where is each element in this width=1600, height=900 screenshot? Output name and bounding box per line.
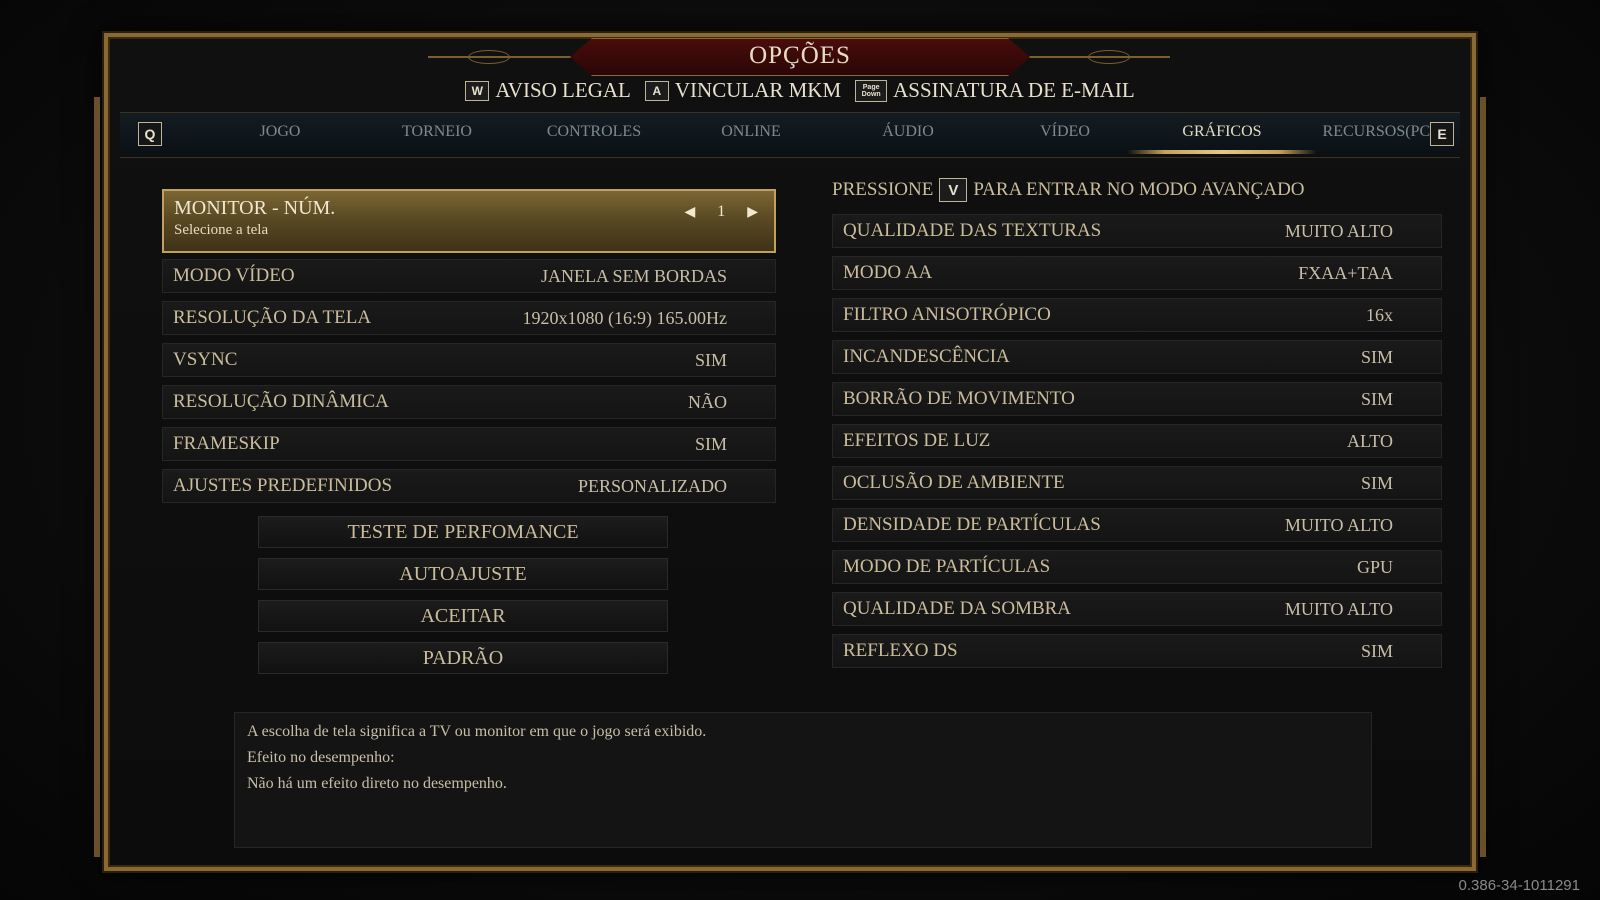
setting-row-shadow-quality[interactable]: QUALIDADE DA SOMBRA MUITO ALTO [832, 592, 1442, 626]
tab-bar: Q JOGO TORNEIO CONTROLES ONLINE ÁUDIO VÍ… [120, 112, 1460, 158]
setting-label: INCANDESCÊNCIA [843, 346, 1010, 367]
setting-label: BORRÃO DE MOVIMENTO [843, 388, 1075, 409]
setting-label: EFEITOS DE LUZ [843, 430, 991, 451]
setting-label: AJUSTES PREDEFINIDOS [173, 475, 393, 496]
setting-label: DENSIDADE DE PARTÍCULAS [843, 514, 1101, 535]
tab-online[interactable]: ONLINE [681, 123, 821, 141]
key-v-icon[interactable]: V [939, 178, 968, 202]
setting-label: RESOLUÇÃO DINÂMICA [173, 391, 389, 412]
setting-value: MUITO ALTO [1284, 598, 1393, 619]
page-title: OPÇÕES [749, 42, 851, 69]
setting-value: 1920x1080 (16:9) 165.00Hz [522, 307, 727, 328]
key-page-down-icon: Page Down [855, 79, 888, 102]
submenu-link-mkm-label: VINCULAR MKM [674, 78, 842, 102]
setting-row-dynamic-resolution[interactable]: RESOLUÇÃO DINÂMICA NÃO [162, 385, 776, 419]
submenu-link-mkm[interactable]: A VINCULAR MKM [644, 78, 842, 103]
accept-button[interactable]: ACEITAR [258, 600, 668, 632]
setting-label: QUALIDADE DAS TEXTURAS [843, 220, 1102, 241]
version-label: 0.386-34-1011291 [1458, 877, 1581, 894]
setting-row-ds-reflection[interactable]: REFLEXO DS SIM [832, 634, 1442, 668]
setting-label: MODO DE PARTÍCULAS [843, 556, 1051, 577]
default-button[interactable]: PADRÃO [258, 642, 668, 674]
title-ornament-left [428, 50, 588, 64]
setting-value: GPU [1356, 556, 1393, 577]
setting-row-particle-mode[interactable]: MODO DE PARTÍCULAS GPU [832, 550, 1442, 584]
setting-value: MUITO ALTO [1284, 220, 1393, 241]
setting-label: MODO AA [843, 262, 933, 283]
frame-ornament-left [94, 97, 100, 857]
setting-row-bloom[interactable]: INCANDESCÊNCIA SIM [832, 340, 1442, 374]
tab-prev-key-icon[interactable]: Q [138, 122, 162, 146]
setting-value: MUITO ALTO [1284, 514, 1393, 535]
setting-value: NÃO [688, 391, 727, 412]
description-line: A escolha de tela significa a TV ou moni… [247, 723, 707, 740]
setting-label: FILTRO ANISOTRÓPICO [843, 304, 1051, 325]
autoadjust-button[interactable]: AUTOAJUSTE [258, 558, 668, 590]
setting-row-light-effects[interactable]: EFEITOS DE LUZ ALTO [832, 424, 1442, 458]
tab-recursos-pc[interactable]: RECURSOS(PC) [1309, 123, 1449, 141]
description-line: Efeito no desempenho: [247, 749, 395, 766]
arrow-left-icon[interactable]: ◀ [684, 204, 695, 221]
setting-label: QUALIDADE DA SOMBRA [843, 598, 1072, 619]
setting-value: PERSONALIZADO [577, 475, 727, 496]
setting-value: 16x [1366, 304, 1393, 325]
advanced-mode-hint: PRESSIONE V PARA ENTRAR NO MODO AVANÇADO [832, 178, 1305, 202]
description-panel: A escolha de tela significa a TV ou moni… [234, 712, 1372, 848]
setting-value: SIM [694, 349, 727, 370]
submenu-email[interactable]: Page Down ASSINATURA DE E-MAIL [855, 78, 1135, 103]
setting-row-vsync[interactable]: VSYNC SIM [162, 343, 776, 377]
title-ornament-right [1010, 50, 1170, 64]
submenu-legal[interactable]: W AVISO LEGAL [465, 78, 631, 103]
performance-test-button[interactable]: TESTE DE PERFOMANCE [258, 516, 668, 548]
monitor-sublabel: Selecione a tela [174, 222, 269, 238]
tab-graficos[interactable]: GRÁFICOS [1152, 123, 1292, 141]
monitor-label: MONITOR - NÚM. [174, 197, 336, 219]
setting-label: VSYNC [173, 349, 238, 370]
monitor-selector[interactable]: MONITOR - NÚM. Selecione a tela ◀ 1 ▶ [162, 189, 776, 253]
hint-prefix: PRESSIONE [832, 179, 934, 200]
submenu-legal-label: AVISO LEGAL [495, 78, 631, 102]
submenu-email-label: ASSINATURA DE E-MAIL [893, 78, 1135, 102]
key-a-icon: A [644, 80, 669, 101]
monitor-stepper: ◀ 1 ▶ [684, 203, 758, 221]
tab-controles[interactable]: CONTROLES [524, 123, 664, 141]
setting-value: SIM [1360, 472, 1393, 493]
hint-suffix: PARA ENTRAR NO MODO AVANÇADO [973, 179, 1305, 200]
submenu: W AVISO LEGAL A VINCULAR MKM Page Down AS… [0, 78, 1600, 103]
setting-row-resolution[interactable]: RESOLUÇÃO DA TELA 1920x1080 (16:9) 165.0… [162, 301, 776, 335]
setting-value: ALTO [1346, 430, 1393, 451]
tab-video[interactable]: VÍDEO [995, 123, 1135, 141]
monitor-value: 1 [717, 203, 726, 220]
setting-row-frameskip[interactable]: FRAMESKIP SIM [162, 427, 776, 461]
key-w-icon: W [465, 80, 490, 101]
setting-row-motion-blur[interactable]: BORRÃO DE MOVIMENTO SIM [832, 382, 1442, 416]
setting-label: REFLEXO DS [843, 640, 958, 661]
setting-value: SIM [1360, 388, 1393, 409]
setting-row-ambient-occlusion[interactable]: OCLUSÃO DE AMBIENTE SIM [832, 466, 1442, 500]
tab-next-key-icon[interactable]: E [1430, 122, 1454, 146]
setting-row-texture-quality[interactable]: QUALIDADE DAS TEXTURAS MUITO ALTO [832, 214, 1442, 248]
active-tab-indicator [1127, 150, 1317, 154]
setting-value: FXAA+TAA [1298, 262, 1393, 283]
setting-label: RESOLUÇÃO DA TELA [173, 307, 372, 328]
setting-value: JANELA SEM BORDAS [540, 265, 727, 286]
setting-label: OCLUSÃO DE AMBIENTE [843, 472, 1065, 493]
setting-value: SIM [1360, 640, 1393, 661]
setting-value: SIM [1360, 346, 1393, 367]
description-line: Não há um efeito direto no desempenho. [247, 775, 507, 792]
tab-jogo[interactable]: JOGO [210, 123, 350, 141]
arrow-right-icon[interactable]: ▶ [747, 204, 758, 221]
setting-value: SIM [694, 433, 727, 454]
frame-ornament-right [1480, 97, 1486, 857]
setting-row-aa-mode[interactable]: MODO AA FXAA+TAA [832, 256, 1442, 290]
setting-row-anisotropic-filter[interactable]: FILTRO ANISOTRÓPICO 16x [832, 298, 1442, 332]
tab-torneio[interactable]: TORNEIO [367, 123, 507, 141]
setting-row-presets[interactable]: AJUSTES PREDEFINIDOS PERSONALIZADO [162, 469, 776, 503]
setting-label: FRAMESKIP [173, 433, 280, 454]
setting-row-video-mode[interactable]: MODO VÍDEO JANELA SEM BORDAS [162, 259, 776, 293]
setting-row-particle-density[interactable]: DENSIDADE DE PARTÍCULAS MUITO ALTO [832, 508, 1442, 542]
setting-label: MODO VÍDEO [173, 265, 295, 286]
tab-audio[interactable]: ÁUDIO [838, 123, 978, 141]
